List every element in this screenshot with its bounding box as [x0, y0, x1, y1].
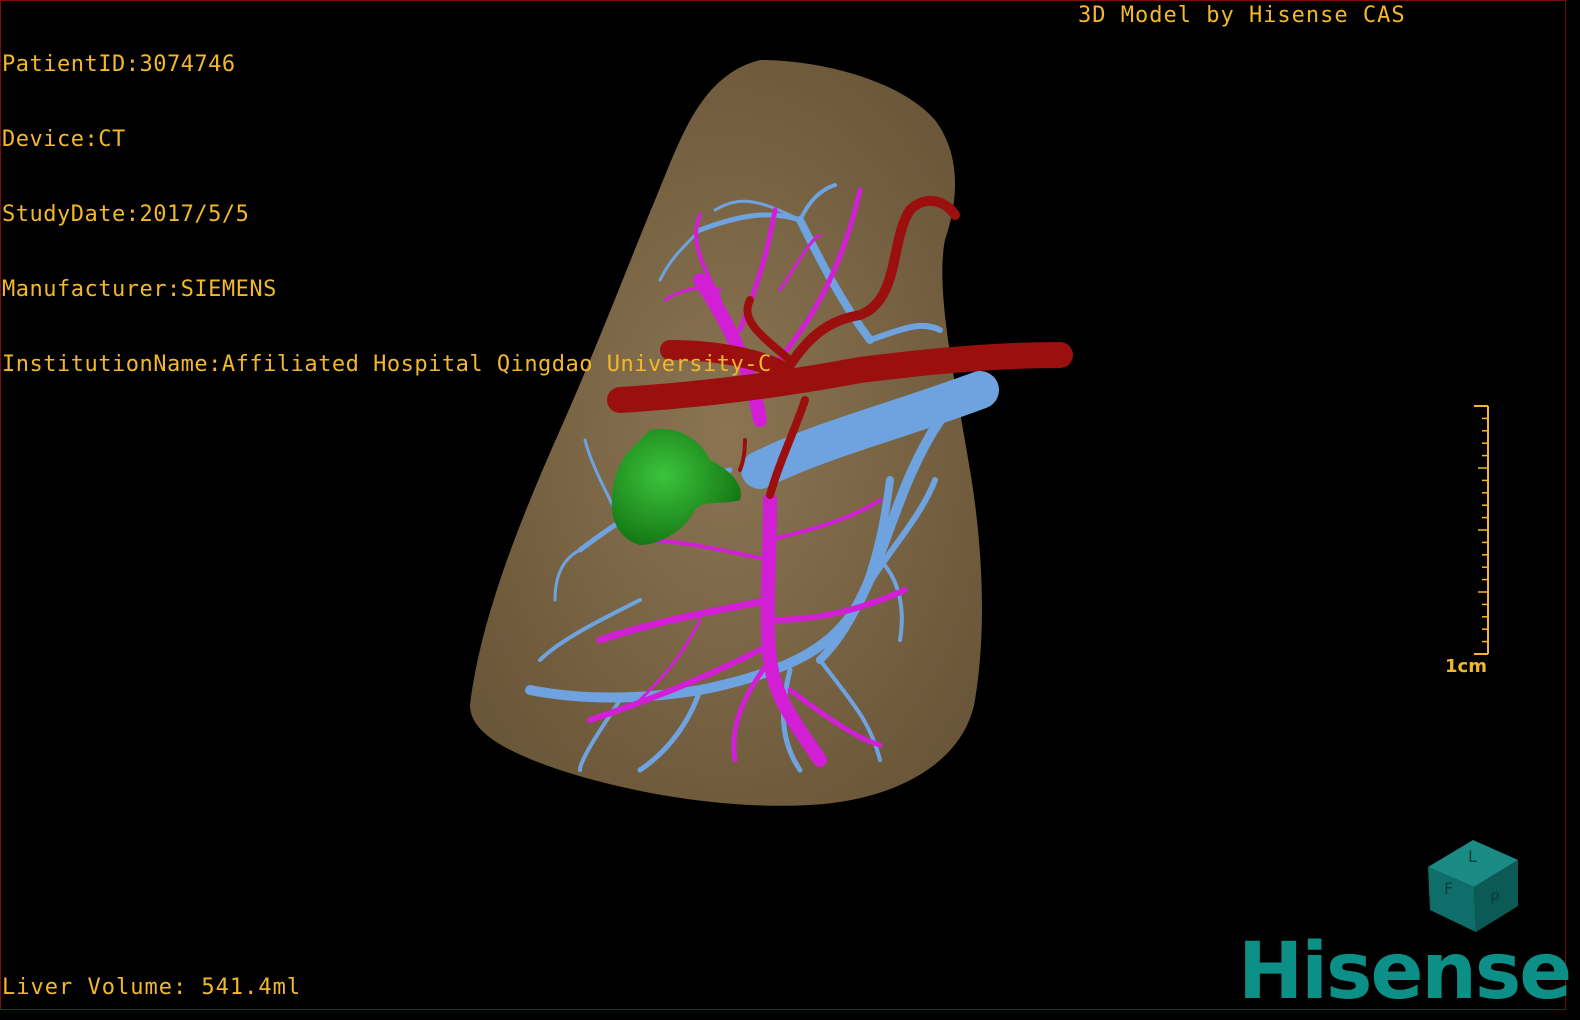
institution-text: InstitutionName:Affiliated Hospital Qing…	[2, 352, 772, 377]
liver-volume-text: Liver Volume: 541.4ml	[2, 975, 302, 1000]
cube-face-f: F	[1444, 879, 1453, 898]
hisense-logo: Hisense	[1238, 927, 1572, 1017]
patient-id-text: PatientID:3074746	[2, 52, 236, 77]
model-credit-text: 3D Model by Hisense CAS	[1078, 3, 1406, 28]
study-date-text: StudyDate:2017/5/5	[2, 202, 250, 227]
cube-face-p: P	[1490, 889, 1500, 908]
orientation-cube[interactable]: F L P	[1418, 832, 1528, 942]
manufacturer-text: Manufacturer:SIEMENS	[2, 277, 277, 302]
device-text: Device:CT	[2, 127, 126, 152]
scale-bar	[1474, 405, 1489, 655]
dicom-info-overlay: PatientID:3074746 Device:CT StudyDate:20…	[2, 2, 772, 402]
cube-face-l: L	[1468, 847, 1477, 866]
scale-bar-label: 1cm	[1445, 656, 1487, 677]
